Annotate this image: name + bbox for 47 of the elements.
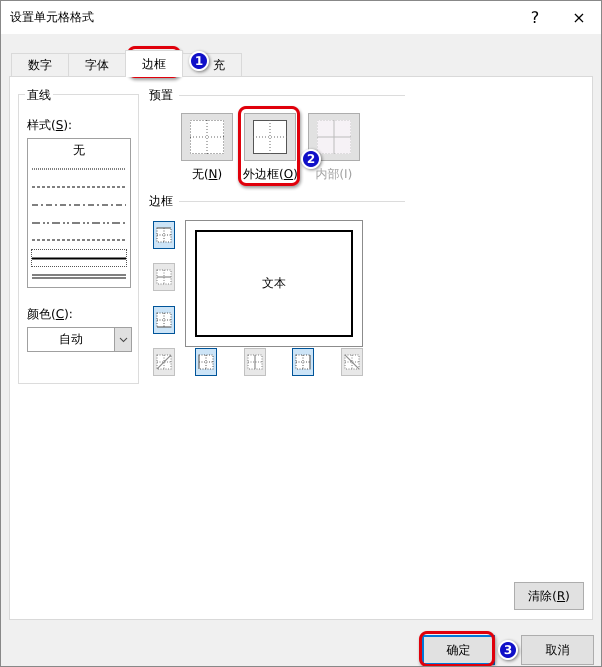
- border-toggle-button[interactable]: [153, 221, 175, 249]
- line-sample-icon: [32, 168, 126, 170]
- border-line-icon: [246, 354, 263, 370]
- border-toggle-button[interactable]: [153, 306, 175, 334]
- border-line-icon: [156, 227, 172, 243]
- field-label: 颜色(C):: [27, 306, 74, 323]
- line-sample-icon: [32, 274, 126, 279]
- tab[interactable]: 边框: [125, 50, 183, 77]
- grid-preview-icon: [190, 120, 224, 154]
- border-line-icon: [295, 354, 312, 370]
- border-line-icon: [156, 269, 172, 286]
- step-badge: 2: [301, 149, 321, 169]
- field-label: 样式(S):: [27, 117, 74, 134]
- preset-button[interactable]: [244, 113, 296, 161]
- grid-preview-icon: [316, 120, 351, 154]
- chevron-down-icon: [118, 336, 128, 342]
- line-sample-icon: [32, 222, 126, 224]
- border-line-icon: [344, 354, 360, 370]
- line-sample-icon: [32, 256, 126, 260]
- help-button[interactable]: ?: [513, 1, 557, 34]
- step-badge: 3: [498, 640, 518, 660]
- line-style-option[interactable]: 无: [31, 141, 127, 160]
- line-sample-icon: [32, 239, 126, 242]
- line-style-list[interactable]: 无: [27, 138, 131, 288]
- grid-preview-icon: [253, 120, 288, 154]
- line-style-option[interactable]: [31, 249, 127, 268]
- preset-label: 内部(I): [315, 166, 352, 183]
- ok-button[interactable]: 确定: [422, 635, 495, 665]
- border-line-icon: [156, 354, 172, 370]
- cancel-button[interactable]: 取消: [521, 635, 594, 665]
- close-button[interactable]: ×: [557, 1, 601, 34]
- preset-label: 外边框(O): [243, 166, 298, 183]
- border-toggle-button[interactable]: [195, 348, 217, 376]
- line-sample-icon: [32, 186, 126, 188]
- border-line-icon: [198, 354, 214, 370]
- section-title: 预置: [149, 87, 173, 104]
- line-sample-icon: [32, 204, 126, 206]
- section-title: 边框: [149, 193, 173, 210]
- preset-label: 无(N): [192, 166, 222, 183]
- preset-button[interactable]: [181, 113, 233, 161]
- border-line-icon: [156, 312, 172, 328]
- color-dropdown[interactable]: 自动: [27, 327, 132, 352]
- border-toggle-button[interactable]: [292, 348, 314, 376]
- window-title: 设置单元格格式: [10, 9, 95, 26]
- clear-button[interactable]: 清除(R): [514, 582, 584, 610]
- tab[interactable]: 数字: [11, 53, 69, 77]
- preview-text: 文本: [262, 275, 286, 292]
